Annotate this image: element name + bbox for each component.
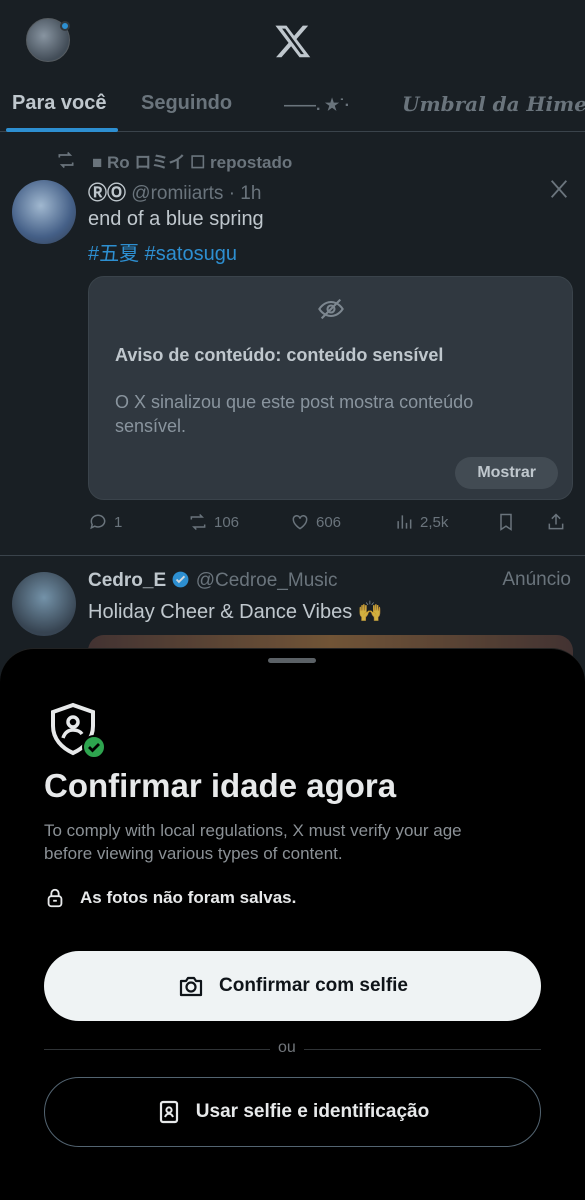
share-button[interactable]	[546, 512, 566, 532]
post-hashtags[interactable]: #五夏 #satosugu	[88, 237, 237, 266]
ad-author-row: Cedro_E @Cedroe_Music	[88, 570, 338, 592]
warning-description: O X sinalizou que este post mostra conte…	[115, 392, 474, 436]
repost-count: 106	[214, 513, 240, 531]
grok-x-icon[interactable]	[548, 178, 570, 200]
tab-seguindo[interactable]: Seguindo	[141, 92, 232, 115]
ad-text: Holiday Cheer & Dance Vibes 🙌	[88, 601, 383, 623]
ad-author-name[interactable]: Cedro_E	[88, 570, 166, 591]
confirm-with-selfie-button[interactable]: Confirmar com selfie	[44, 951, 541, 1021]
top-bar	[0, 0, 585, 80]
view-count: 2,5k	[420, 513, 449, 531]
post-actions: 1 106 606 2,5k	[88, 512, 573, 538]
verified-badge-icon	[173, 571, 189, 588]
post-author-avatar[interactable]	[12, 180, 76, 244]
profile-avatar[interactable]	[26, 18, 70, 62]
selfie-and-id-button[interactable]: Usar selfie e identificação	[44, 1077, 541, 1147]
tab-umbral-da-hime[interactable]: Umbral da Hime	[402, 92, 585, 116]
or-divider-text: ou	[270, 1039, 304, 1057]
tab-custom-prefix: ——. ★˙·	[284, 97, 350, 114]
timeline-tabs: Para você Seguindo ——. ★˙· Umbral da Him…	[0, 80, 585, 132]
sheet-title: Confirmar idade agora	[44, 767, 397, 804]
sensitive-content-warning: Aviso de conteúdo: conteúdo sensível O X…	[88, 276, 573, 500]
reply-button[interactable]: 1	[88, 512, 122, 532]
ad-author-handle[interactable]: @Cedroe_Music	[196, 570, 338, 591]
sheet-grabber[interactable]	[268, 658, 316, 663]
or-divider: ou	[44, 1039, 541, 1059]
warning-title: Aviso de conteúdo: conteúdo sensível	[115, 345, 444, 365]
eye-off-icon	[318, 298, 344, 320]
notification-dot	[60, 21, 70, 31]
share-icon	[548, 513, 564, 530]
bookmark-icon	[500, 513, 512, 531]
shield-user-check-icon	[51, 702, 106, 759]
camera-icon	[179, 976, 203, 997]
heart-icon	[292, 514, 308, 530]
tab-para-voce[interactable]: Para você	[12, 92, 107, 115]
id-card-icon	[159, 1100, 178, 1124]
repost-label: ■ Ro ロミイ ☐ repostado	[92, 153, 293, 172]
reply-icon	[90, 514, 106, 530]
bookmark-button[interactable]	[496, 512, 516, 532]
age-verification-sheet: Confirmar idade agora To comply with loc…	[0, 648, 585, 1200]
sheet-description: To comply with local regulations, X must…	[44, 821, 462, 863]
reply-count: 1	[114, 513, 123, 531]
lock-icon	[47, 888, 63, 908]
views-chart-icon	[397, 515, 412, 529]
privacy-notice-text: As fotos não foram salvas.	[80, 888, 297, 907]
like-button[interactable]: 606	[290, 512, 341, 532]
post-author-name[interactable]: ⓇⓄ	[88, 183, 126, 204]
repost-icon	[58, 151, 74, 169]
show-content-button[interactable]: Mostrar	[455, 457, 558, 489]
repost-icon	[190, 513, 206, 531]
confirm-with-selfie-label: Confirmar com selfie	[219, 975, 408, 996]
post-divider	[0, 555, 585, 556]
post-author-row: ⓇⓄ @romiiarts · 1h	[88, 178, 261, 205]
ad-label: Anúncio	[502, 569, 571, 590]
selfie-and-id-label: Usar selfie e identificação	[195, 1101, 430, 1122]
privacy-notice: As fotos não foram salvas.	[44, 887, 296, 909]
active-tab-indicator	[6, 128, 118, 132]
repost-button[interactable]: 106	[188, 512, 239, 532]
post-author-handle[interactable]: @romiiarts · 1h	[131, 183, 261, 204]
post-text: end of a blue spring	[88, 208, 264, 230]
x-logo-icon	[275, 25, 311, 58]
ad-author-avatar[interactable]	[12, 572, 76, 636]
like-count: 606	[316, 513, 342, 531]
views-button[interactable]: 2,5k	[394, 512, 448, 532]
